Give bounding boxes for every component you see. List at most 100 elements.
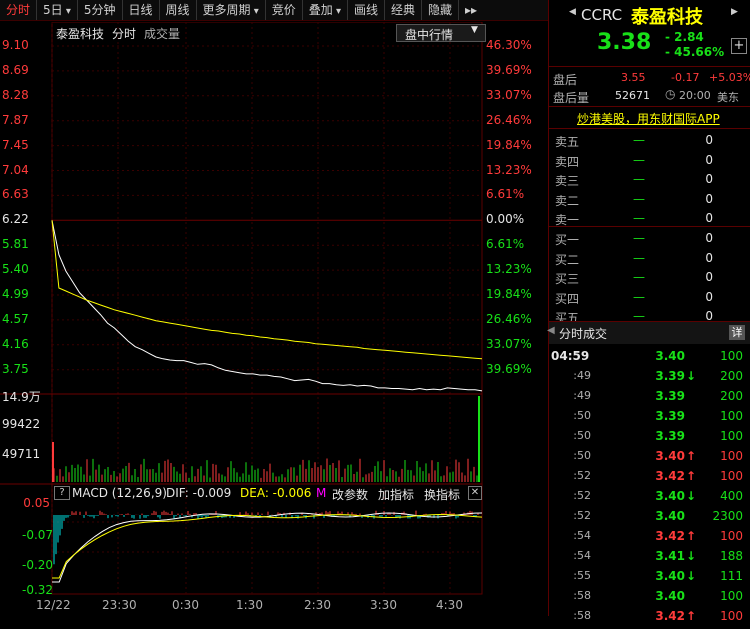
intraday-chart[interactable]	[0, 22, 545, 616]
add-watchlist-icon[interactable]: +	[731, 38, 747, 54]
trade-row: :55 3.40 ↓ 111	[549, 569, 750, 589]
order-book-row[interactable]: 买三 — 0	[549, 270, 750, 290]
next-stock-icon[interactable]: ▶	[731, 7, 738, 17]
trade-time: :52	[573, 469, 591, 482]
order-book-price: —	[633, 133, 645, 147]
order-book-row[interactable]: 买一 — 0	[549, 231, 750, 251]
period-tab-bar: 分时 5日 ▾ 5分钟 日线 周线 更多周期 ▾ 竞价 叠加 ▾ 画线 经典 隐藏 ▸▸	[0, 0, 548, 21]
price-tick-right: 6.61%	[486, 187, 525, 202]
chart-mode-label: 分时	[112, 27, 137, 41]
tab-label: 日线	[128, 3, 153, 17]
trade-row: :52 3.42 ↑ 100	[549, 469, 750, 489]
trade-time: :52	[573, 489, 591, 502]
order-book-price: —	[633, 211, 645, 226]
trade-time: :50	[573, 449, 591, 462]
price-tick-left: 7.45	[2, 137, 29, 152]
chart-area[interactable]: 泰盈科技 分时 成交量 盘中行情 ▼ 9.10 8.69 8.28 7.87 7.45 7…	[0, 22, 545, 616]
trade-row: :58 3.40 100	[549, 589, 750, 609]
time-tick: 3:30	[370, 598, 397, 612]
market-session-dropdown[interactable]: 盘中行情 ▼	[396, 24, 486, 42]
order-book-price: —	[633, 152, 645, 167]
arrow-down-icon: ↓	[686, 569, 697, 583]
price-tick-right: 19.84%	[486, 137, 532, 152]
tab-4[interactable]: 周线	[160, 0, 197, 20]
price-tick-right: 33.07%	[486, 87, 532, 102]
trade-price: 3.39	[655, 409, 685, 423]
scroll-tabs-icon[interactable]: ▸▸	[459, 0, 483, 20]
volume-tick: 49711	[2, 447, 41, 461]
trade-volume: 100	[720, 429, 743, 443]
trade-volume: 100	[720, 409, 743, 423]
macd-tick: -0.32	[22, 583, 54, 597]
trade-volume: 100	[720, 589, 743, 603]
order-book-row[interactable]: 卖五 — 0	[549, 133, 750, 153]
trade-row: :54 3.42 ↑ 100	[549, 529, 750, 549]
volume-tick: 14.9万	[2, 390, 41, 404]
tab-8[interactable]: 画线	[348, 0, 385, 20]
time-tick: 23:30	[102, 598, 137, 612]
close-icon[interactable]: ✕	[468, 486, 482, 500]
tab-label: 5日	[43, 3, 63, 17]
trade-volume: 400	[720, 489, 743, 503]
price-tick-right: 19.84%	[486, 287, 532, 301]
tab-0[interactable]: 分时	[0, 0, 38, 20]
tab-label: 分时	[6, 3, 31, 17]
trade-time: :49	[573, 369, 591, 382]
price-tick-left: 3.75	[2, 361, 29, 376]
help-icon[interactable]: ?	[54, 486, 70, 500]
tab-2[interactable]: 5分钟	[78, 0, 123, 20]
chevron-down-icon: ▾	[62, 6, 71, 17]
trades-detail-button[interactable]: 详	[729, 325, 745, 340]
order-book-level: 买四	[555, 291, 580, 306]
order-book-row[interactable]: 卖四 — 0	[549, 153, 750, 173]
trade-volume: 200	[720, 389, 743, 403]
price-tick-left: 4.57	[2, 311, 29, 326]
trade-price: 3.42	[655, 529, 685, 543]
quote-panel: ◀ CCRC 泰盈科技 ▶ 3.38 - 2.84 - 45.66% + 盘后 …	[547, 0, 750, 623]
add-indicator-button[interactable]: 加指标	[378, 486, 414, 503]
trade-row: :52 3.40 2300	[549, 509, 750, 529]
tab-label: 叠加	[308, 3, 333, 17]
promo-link[interactable]: 炒港美股，用东财国际APP	[577, 110, 720, 127]
trade-time: :54	[573, 549, 591, 562]
stock-code: CCRC	[581, 6, 623, 24]
order-book-row[interactable]: 买二 — 0	[549, 251, 750, 271]
price-tick-right: 6.61%	[486, 237, 525, 252]
trade-row: 04:59 3.40 100	[549, 349, 750, 369]
change-params-button[interactable]: 改参数	[332, 486, 368, 503]
price-tick-left: 4.99	[2, 287, 29, 301]
order-book-price: —	[633, 289, 645, 304]
chart-frame	[51, 22, 483, 595]
order-book-row[interactable]: 卖二 — 0	[549, 192, 750, 212]
tab-1[interactable]: 5日 ▾	[37, 0, 78, 20]
order-book-row[interactable]: 买四 — 0	[549, 290, 750, 310]
order-book-row[interactable]: 卖一 —0	[549, 211, 750, 231]
arrow-down-icon: ↓	[686, 549, 697, 563]
tab-6[interactable]: 竞价	[266, 0, 303, 20]
order-book-row[interactable]: 卖三 — 0	[549, 172, 750, 192]
trade-volume: 2300	[712, 509, 743, 523]
order-book-volume: 0	[705, 289, 713, 304]
order-book-volume: 0	[705, 172, 713, 187]
tab-5[interactable]: 更多周期 ▾	[197, 0, 266, 20]
order-book-price: —	[633, 270, 645, 285]
tab-9[interactable]: 经典	[385, 0, 423, 20]
arrow-up-icon: ↑	[686, 529, 697, 543]
switch-indicator-button[interactable]: 换指标	[424, 486, 460, 503]
arrow-down-icon: ↓	[686, 489, 697, 503]
tab-10[interactable]: 隐藏	[422, 0, 460, 20]
trade-volume: 100	[720, 529, 743, 543]
after-hours-volume-label: 盘后量	[553, 91, 590, 105]
chevron-down-icon: ▾	[332, 6, 341, 17]
price-tick-right: 39.69%	[486, 361, 532, 376]
order-book-price: —	[633, 231, 645, 245]
prev-stock-icon[interactable]: ◀	[569, 7, 576, 17]
price-tick-right: 13.23%	[486, 162, 532, 177]
price-tick-left: 4.16	[2, 336, 29, 351]
order-book-volume: 0	[705, 133, 713, 147]
trade-time: :49	[573, 389, 591, 402]
tab-3[interactable]: 日线	[123, 0, 160, 20]
collapse-left-icon[interactable]: ◀	[547, 325, 555, 336]
macd-tick: 0.05	[23, 496, 50, 510]
tab-7[interactable]: 叠加 ▾	[303, 0, 348, 20]
